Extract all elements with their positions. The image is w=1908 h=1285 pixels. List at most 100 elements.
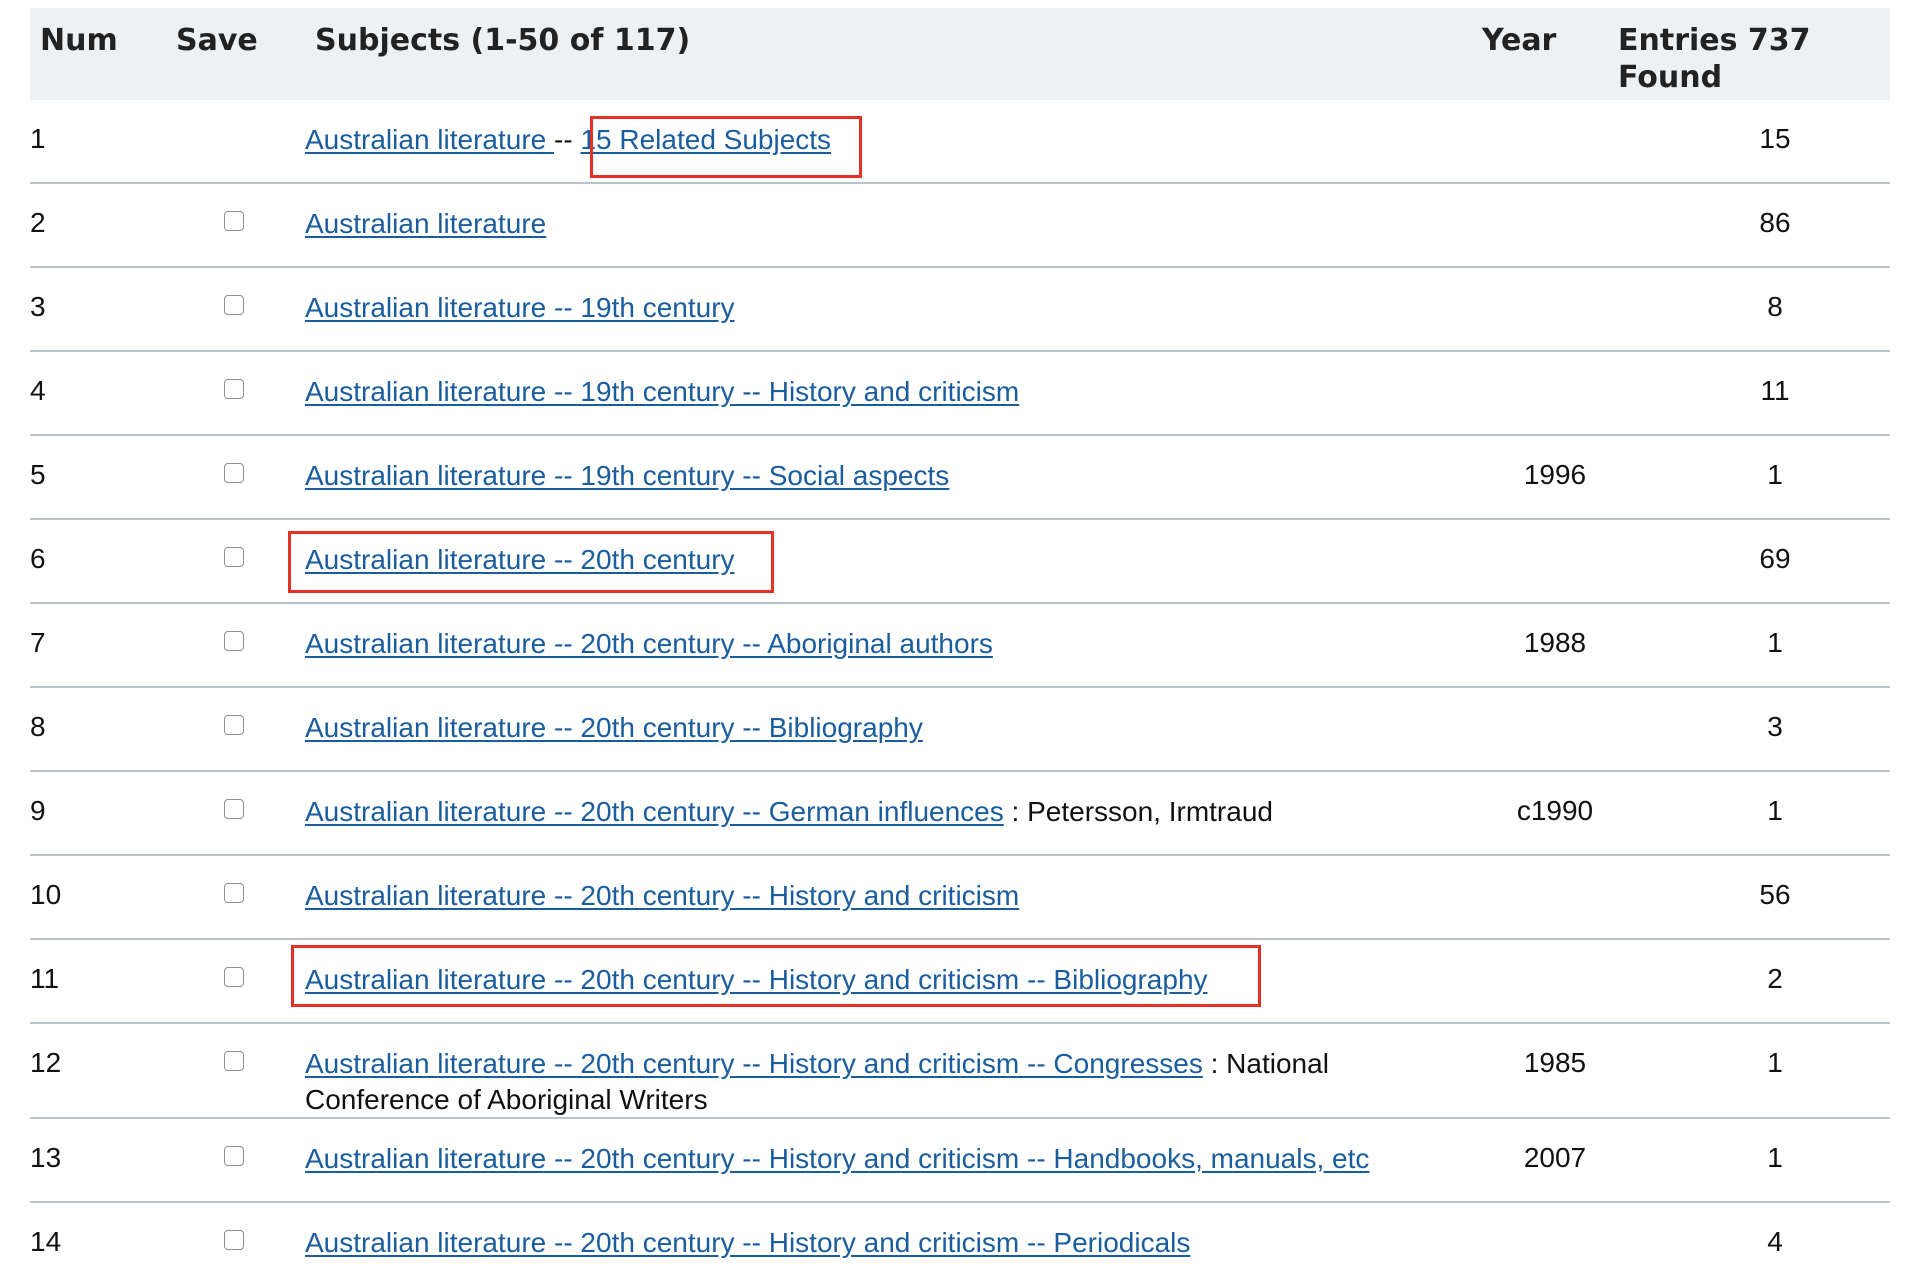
save-checkbox[interactable]: [224, 1051, 244, 1071]
year-cell: 2007: [1523, 1142, 1587, 1173]
subject-link[interactable]: Australian literature -- 20th century --…: [305, 964, 1208, 995]
row-number: 6: [30, 543, 46, 574]
table-row: 12 Australian literature -- 20th century…: [30, 1024, 1890, 1119]
column-header-entries: Entries 737 Found: [1618, 22, 1858, 96]
row-number: 7: [30, 627, 46, 658]
save-checkbox[interactable]: [224, 799, 244, 819]
table-row: 1 Australian literature -- 15 Related Su…: [30, 100, 1890, 184]
entries-count: 56: [1759, 879, 1791, 910]
subject-cell: Australian literature -- 19th century --…: [305, 458, 1435, 494]
table-header: Num Save Subjects (1-50 of 117) Year Ent…: [30, 8, 1890, 100]
subject-link[interactable]: Australian literature -- 20th century: [305, 544, 735, 575]
column-header-entries-line1: Entries 737: [1618, 23, 1811, 58]
related-subjects-link[interactable]: 15 Related Subjects: [580, 124, 831, 155]
subject-cell: Australian literature -- 19th century --…: [305, 374, 1435, 410]
table-row: 8 Australian literature -- 20th century …: [30, 688, 1890, 772]
row-number: 14: [30, 1226, 62, 1257]
subject-link[interactable]: Australian literature: [305, 208, 546, 239]
subject-link[interactable]: Australian literature -- 19th century: [305, 292, 735, 323]
entries-count: 1: [1767, 1047, 1783, 1078]
subject-author: : Petersson, Irmtraud: [1003, 796, 1273, 827]
subject-cell: Australian literature -- 20th century --…: [305, 794, 1435, 830]
column-header-year: Year: [1482, 23, 1557, 58]
table-row: 9 Australian literature -- 20th century …: [30, 772, 1890, 856]
entries-count: 1: [1767, 795, 1783, 826]
subject-cell: Australian literature -- 20th century --…: [305, 626, 1435, 662]
entries-count: 1: [1767, 627, 1783, 658]
subject-link[interactable]: Australian literature -- 20th century --…: [305, 1048, 1203, 1079]
row-number: 12: [30, 1047, 62, 1078]
table-row: 4 Australian literature -- 19th century …: [30, 352, 1890, 436]
column-header-subjects: Subjects (1-50 of 117): [315, 23, 691, 58]
save-checkbox[interactable]: [224, 967, 244, 987]
row-number: 2: [30, 207, 46, 238]
subject-link[interactable]: Australian literature -- 20th century --…: [305, 628, 993, 659]
row-number: 1: [30, 123, 46, 154]
entries-count: 4: [1767, 1226, 1783, 1257]
subject-cell: Australian literature -- 20th century: [305, 542, 1435, 578]
subject-cell: Australian literature -- 15 Related Subj…: [305, 122, 1435, 158]
row-number: 10: [30, 879, 62, 910]
table-row: 11 Australian literature -- 20th century…: [30, 940, 1890, 1024]
entries-count: 69: [1759, 543, 1791, 574]
entries-count: 1: [1767, 459, 1783, 490]
table-row: 13 Australian literature -- 20th century…: [30, 1119, 1890, 1203]
save-checkbox[interactable]: [224, 211, 244, 231]
entries-count: 8: [1767, 291, 1783, 322]
save-checkbox[interactable]: [224, 463, 244, 483]
column-header-entries-line2: Found: [1618, 60, 1723, 95]
table-row: 2 Australian literature 86: [30, 184, 1890, 268]
subject-cell: Australian literature -- 20th century --…: [305, 962, 1435, 998]
save-checkbox[interactable]: [224, 715, 244, 735]
save-checkbox[interactable]: [224, 295, 244, 315]
table-row: 7 Australian literature -- 20th century …: [30, 604, 1890, 688]
subject-cell: Australian literature -- 20th century --…: [305, 710, 1435, 746]
subject-link[interactable]: Australian literature -- 20th century --…: [305, 880, 1019, 911]
row-number: 11: [30, 963, 60, 994]
year-cell: 1996: [1523, 459, 1587, 490]
entries-count: 3: [1767, 711, 1783, 742]
save-checkbox[interactable]: [224, 883, 244, 903]
subject-cell: Australian literature -- 20th century --…: [305, 878, 1435, 914]
row-number: 3: [30, 291, 46, 322]
entries-count: 15: [1759, 123, 1791, 154]
table-row: 10 Australian literature -- 20th century…: [30, 856, 1890, 940]
table-row: 5 Australian literature -- 19th century …: [30, 436, 1890, 520]
row-number: 9: [30, 795, 46, 826]
subject-cell: Australian literature: [305, 206, 1435, 242]
table-row: 3 Australian literature -- 19th century …: [30, 268, 1890, 352]
entries-count: 11: [1760, 375, 1790, 406]
year-cell: 1985: [1523, 1047, 1587, 1078]
subject-link[interactable]: Australian literature -- 20th century --…: [305, 796, 1004, 827]
save-checkbox[interactable]: [224, 379, 244, 399]
year-cell: 1988: [1523, 627, 1587, 658]
save-checkbox[interactable]: [224, 1230, 244, 1250]
row-number: 4: [30, 375, 46, 406]
subject-link[interactable]: Australian literature: [305, 124, 554, 155]
subject-cell: Australian literature -- 20th century --…: [305, 1225, 1435, 1261]
subject-link[interactable]: Australian literature -- 19th century --…: [305, 376, 1019, 407]
subject-cell: Australian literature -- 20th century --…: [305, 1141, 1435, 1177]
subject-link[interactable]: Australian literature -- 20th century --…: [305, 712, 923, 743]
subject-link[interactable]: Australian literature -- 20th century --…: [305, 1227, 1190, 1258]
table-row: 14 Australian literature -- 20th century…: [30, 1203, 1890, 1285]
subject-link[interactable]: Australian literature -- 20th century --…: [305, 1143, 1369, 1174]
entries-count: 1: [1767, 1142, 1783, 1173]
year-cell: c1990: [1516, 795, 1594, 826]
subject-link[interactable]: Australian literature -- 19th century --…: [305, 460, 949, 491]
save-checkbox[interactable]: [224, 547, 244, 567]
subject-cell: Australian literature -- 20th century --…: [305, 1046, 1435, 1118]
save-checkbox[interactable]: [224, 631, 244, 651]
row-number: 5: [30, 459, 46, 490]
subject-cell: Australian literature -- 19th century: [305, 290, 1435, 326]
subject-separator: --: [554, 124, 573, 155]
subject-results-table: Num Save Subjects (1-50 of 117) Year Ent…: [30, 8, 1890, 1285]
table-row: 6 Australian literature -- 20th century …: [30, 520, 1890, 604]
row-number: 8: [30, 711, 46, 742]
entries-count: 86: [1759, 207, 1791, 238]
save-checkbox[interactable]: [224, 1146, 244, 1166]
column-header-save: Save: [176, 23, 258, 58]
entries-count: 2: [1767, 963, 1783, 994]
column-header-num: Num: [40, 23, 118, 58]
row-number: 13: [30, 1142, 62, 1173]
